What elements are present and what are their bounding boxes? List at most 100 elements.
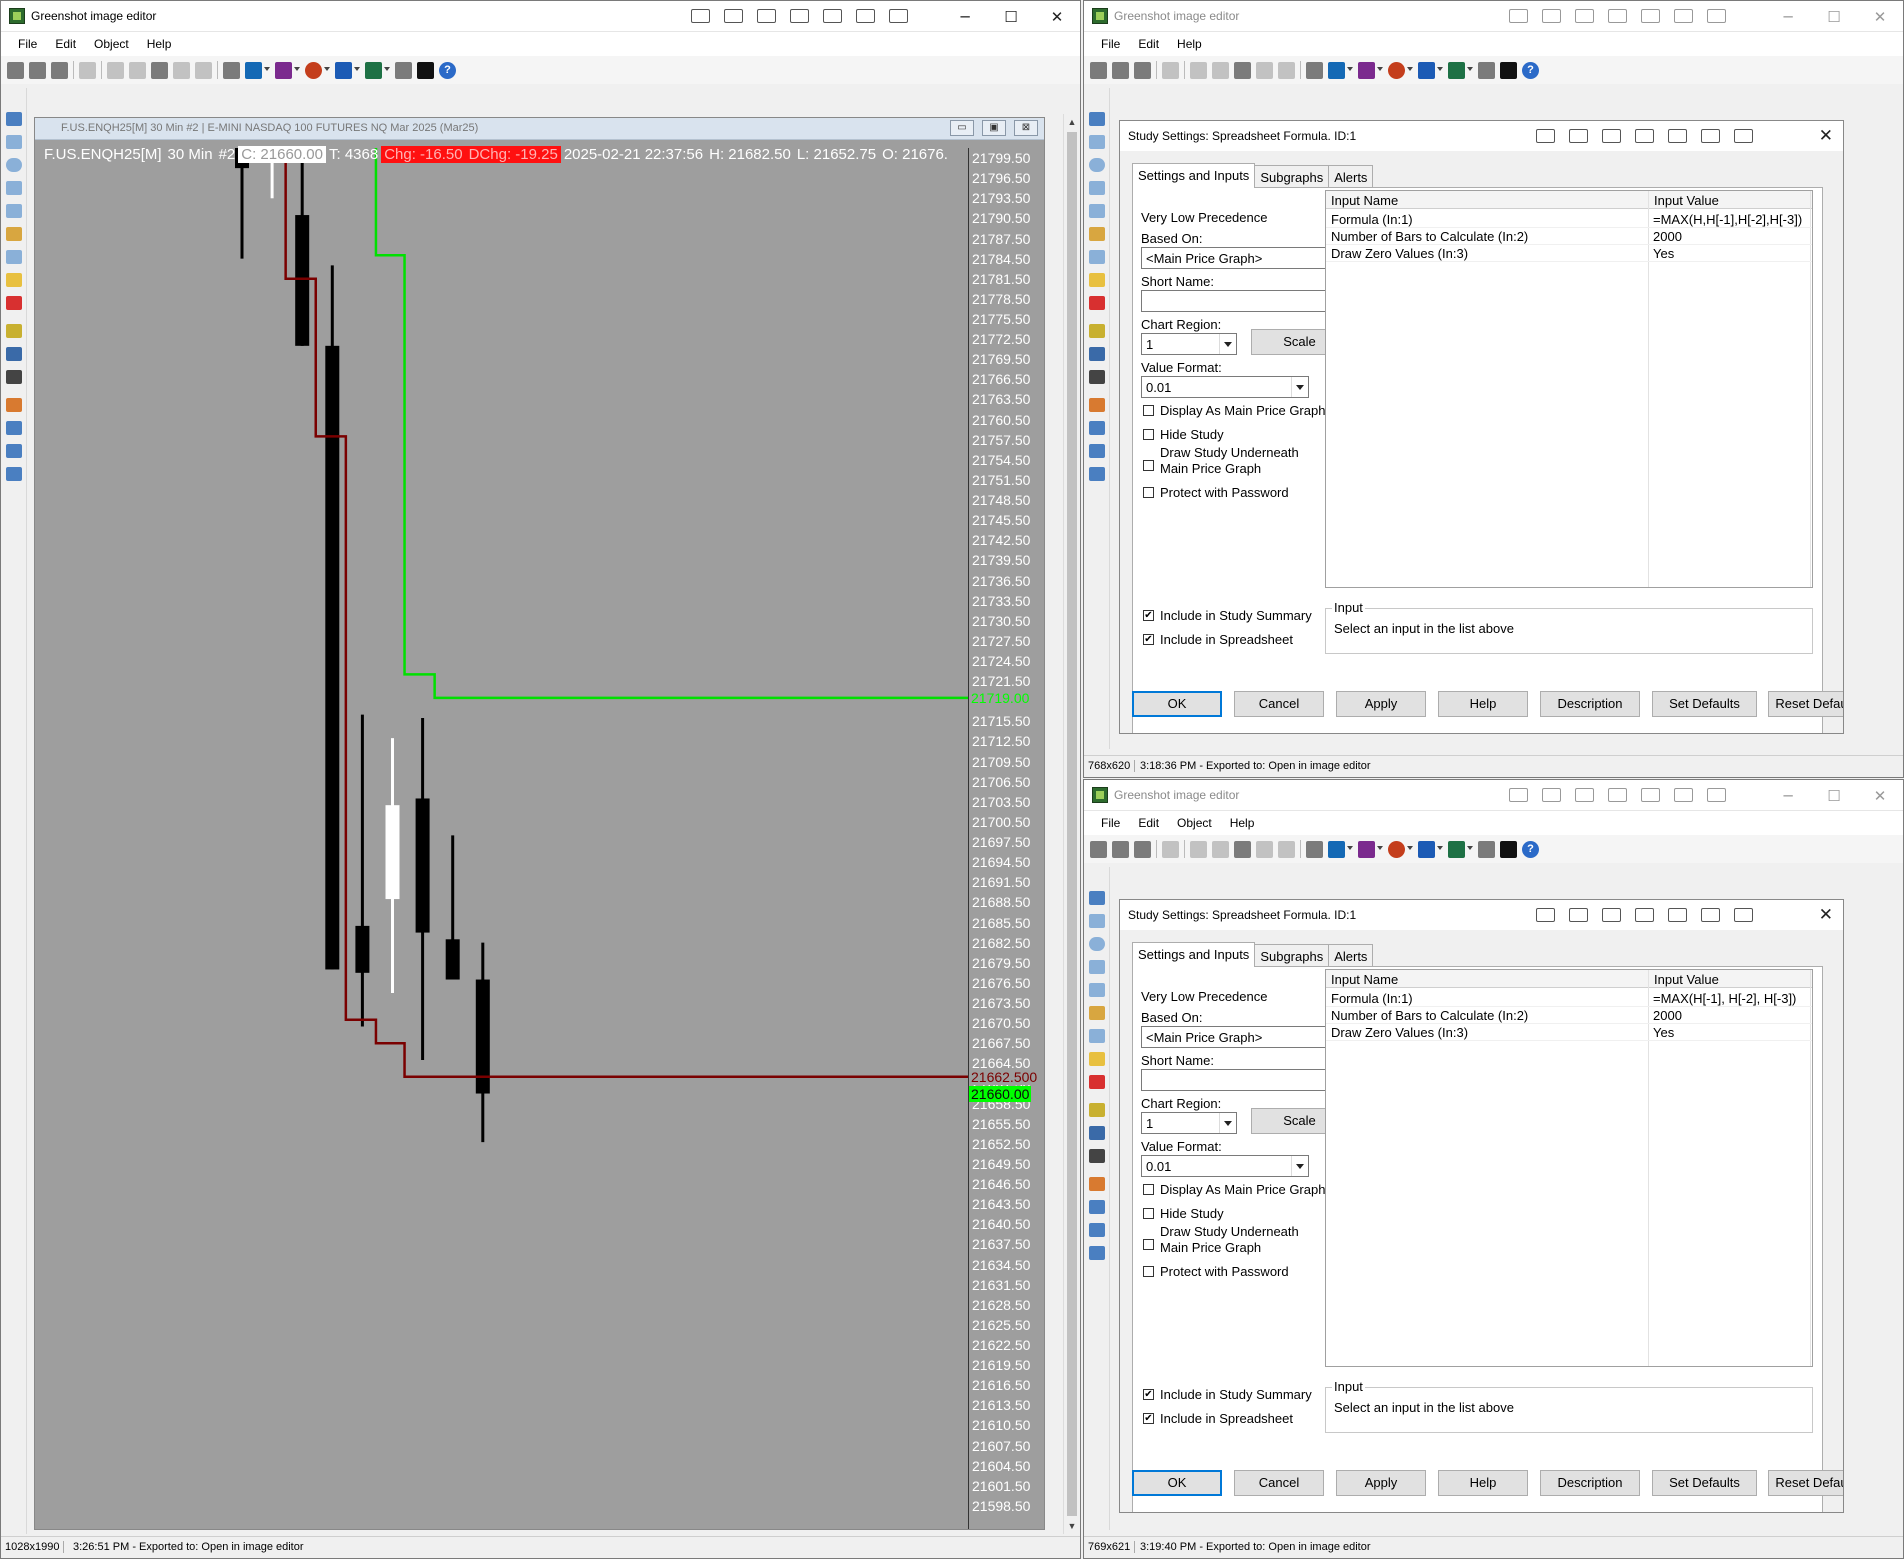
minimize-button[interactable]: ─ [942, 1, 988, 32]
export-icon[interactable] [1478, 840, 1495, 858]
table-row[interactable]: Number of Bars to Calculate (In:2) 2000 [1326, 1007, 1812, 1024]
window-layout-icon-4[interactable] [1674, 788, 1693, 802]
input-value-header[interactable]: Input Value [1654, 193, 1719, 208]
chart-restore-button[interactable]: ▣ [982, 120, 1006, 136]
line-tool-icon[interactable] [1089, 181, 1105, 195]
cancel-button[interactable]: Cancel [1234, 1470, 1324, 1496]
onenote-icon[interactable] [275, 61, 292, 79]
redo-icon[interactable] [1278, 61, 1295, 79]
tab-subgraphs[interactable]: Subgraphs [1254, 944, 1330, 966]
effects-tool-icon[interactable] [1089, 444, 1105, 458]
clipboard-icon[interactable] [1112, 61, 1129, 79]
highlight-tool-icon[interactable] [6, 324, 22, 338]
reset-defaults-button[interactable]: Reset Defaults [1768, 1470, 1843, 1496]
protect-password-checkbox[interactable] [1143, 487, 1154, 498]
text-tool-icon[interactable] [1089, 1029, 1105, 1043]
undo-icon[interactable] [1256, 840, 1273, 858]
apply-button[interactable]: Apply [1336, 1470, 1426, 1496]
delete-icon[interactable] [1162, 61, 1179, 79]
crop-tool-icon[interactable] [1089, 1177, 1105, 1191]
window-layout-icon-3[interactable] [1635, 908, 1654, 922]
paint-tool-icon[interactable] [1089, 370, 1105, 384]
paste-icon[interactable] [1234, 840, 1251, 858]
short-name-input[interactable] [1141, 1069, 1347, 1091]
protect-password-checkbox[interactable] [1143, 1266, 1154, 1277]
dropdown-arrow-icon[interactable] [1377, 67, 1383, 73]
inputs-grid[interactable]: Input Name Input Value Formula (In:1) =M… [1325, 190, 1813, 588]
text-tool-icon[interactable] [6, 250, 22, 264]
scroll-thumb[interactable] [1067, 132, 1077, 1516]
window-layout-icon-1[interactable] [1569, 129, 1588, 143]
price-axis[interactable]: 21799.50 21796.50 21793.50 21790.50 21787.50… [968, 148, 1044, 1529]
powerpoint-icon[interactable] [305, 61, 322, 79]
menu-file[interactable]: File [1092, 32, 1129, 56]
tools-icon[interactable] [1668, 129, 1687, 143]
table-row[interactable]: Formula (In:1) =MAX(H[-1], H[-2], H[-3]) [1326, 990, 1812, 1007]
highlight-tool-icon[interactable] [1089, 1103, 1105, 1117]
help-icon[interactable]: ? [439, 61, 456, 79]
onenote-icon[interactable] [1358, 61, 1375, 79]
dropdown-arrow-icon[interactable] [1347, 846, 1353, 852]
calendar-icon[interactable] [889, 9, 908, 23]
set-defaults-button[interactable]: Set Defaults [1652, 1470, 1757, 1496]
paint-tool-icon[interactable] [6, 370, 22, 384]
rectangle-tool-icon[interactable] [1089, 914, 1105, 928]
resize-tool-icon[interactable] [1089, 1246, 1105, 1260]
menu-edit[interactable]: Edit [46, 32, 85, 56]
pin-icon[interactable] [1536, 129, 1555, 143]
reset-defaults-button[interactable]: Reset Defaults [1768, 691, 1843, 717]
dropdown-arrow-icon[interactable] [1437, 846, 1443, 852]
ellipse-tool-icon[interactable] [6, 158, 22, 172]
hide-study-checkbox[interactable] [1143, 429, 1154, 440]
window-layout-icon-2[interactable] [1602, 129, 1621, 143]
close-button[interactable]: ✕ [1857, 780, 1903, 811]
menu-file[interactable]: File [1092, 811, 1129, 835]
rotate-tool-icon[interactable] [6, 421, 22, 435]
cursor-tool-icon[interactable] [1089, 112, 1105, 126]
chart-region-select[interactable]: 1 [1141, 1112, 1237, 1134]
pin-icon[interactable] [691, 9, 710, 23]
calendar-icon[interactable] [1734, 129, 1753, 143]
input-name-header[interactable]: Input Name [1331, 193, 1398, 208]
outlook-icon[interactable] [1328, 840, 1345, 858]
tools-icon[interactable] [1641, 788, 1660, 802]
chevron-down-icon[interactable] [1219, 334, 1236, 354]
based-on-select[interactable]: <Main Price Graph> [1141, 1026, 1347, 1048]
settings-gear-icon[interactable] [223, 61, 240, 79]
copy-icon[interactable] [1212, 61, 1229, 79]
arrow-tool-icon[interactable] [6, 204, 22, 218]
pencil-tool-icon[interactable] [1089, 1006, 1105, 1020]
candlestick-chart[interactable] [35, 140, 968, 1530]
input-name-header[interactable]: Input Name [1331, 972, 1398, 987]
table-row[interactable]: Formula (In:1) =MAX(H,H[-1],H[-2],H[-3]) [1326, 211, 1812, 228]
cut-icon[interactable] [1190, 840, 1207, 858]
pencil-tool-icon[interactable] [6, 227, 22, 241]
print-icon[interactable] [1134, 840, 1151, 858]
effects-tool-icon[interactable] [6, 444, 22, 458]
clipboard-icon[interactable] [29, 61, 46, 79]
paint-tool-icon[interactable] [1089, 1149, 1105, 1163]
inputs-grid[interactable]: Input Name Input Value Formula (In:1) =M… [1325, 969, 1813, 1367]
print-icon[interactable] [51, 61, 68, 79]
line-tool-icon[interactable] [1089, 960, 1105, 974]
menu-edit[interactable]: Edit [1129, 811, 1168, 835]
print-icon[interactable] [1134, 61, 1151, 79]
redo-icon[interactable] [195, 61, 212, 79]
tools-icon[interactable] [1641, 9, 1660, 23]
resize-tool-icon[interactable] [6, 467, 22, 481]
export-icon[interactable] [1478, 61, 1495, 79]
display-as-main-checkbox[interactable] [1143, 1184, 1154, 1195]
info-icon[interactable] [417, 61, 434, 79]
arrow-tool-icon[interactable] [1089, 204, 1105, 218]
table-row[interactable]: Draw Zero Values (In:3) Yes [1326, 1024, 1812, 1041]
menu-help[interactable]: Help [1221, 811, 1264, 835]
window-layout-icon-3[interactable] [790, 9, 809, 23]
window-layout-icon-3[interactable] [1635, 129, 1654, 143]
scroll-up-icon[interactable]: ▲ [1064, 114, 1080, 130]
apply-button[interactable]: Apply [1336, 691, 1426, 717]
settings-gear-icon[interactable] [1306, 840, 1323, 858]
tab-settings-and-inputs[interactable]: Settings and Inputs [1132, 942, 1256, 967]
chart-region-select[interactable]: 1 [1141, 333, 1237, 355]
paste-icon[interactable] [1234, 61, 1251, 79]
tools-icon[interactable] [823, 9, 842, 23]
